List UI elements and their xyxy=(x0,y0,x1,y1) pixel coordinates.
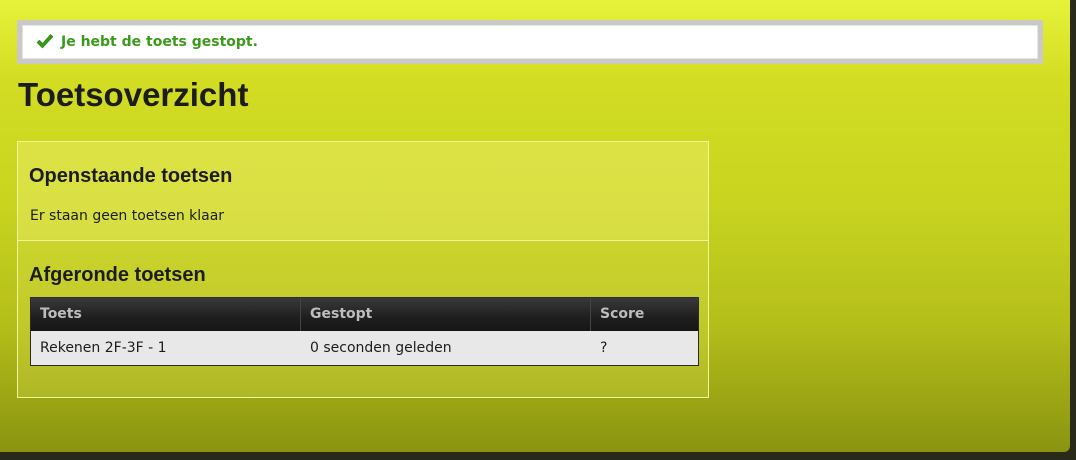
column-header-score[interactable]: Score xyxy=(591,298,698,331)
completed-tests-table: Toets Gestopt Score Rekenen 2F-3F - 1 0 … xyxy=(30,297,699,366)
success-notice-text: Je hebt de toets gestopt. xyxy=(61,34,258,50)
cell-gestopt: 0 seconden geleden xyxy=(310,340,452,356)
checkmark-icon xyxy=(35,32,55,52)
success-notice: Je hebt de toets gestopt. xyxy=(17,20,1043,64)
tests-panel: Openstaande toetsen Er staan geen toetse… xyxy=(17,141,709,398)
cell-score: ? xyxy=(600,340,608,356)
table-row[interactable]: Rekenen 2F-3F - 1 0 seconden geleden ? xyxy=(31,331,698,365)
column-header-toets[interactable]: Toets xyxy=(31,298,301,331)
success-notice-body: Je hebt de toets gestopt. xyxy=(22,25,1038,59)
open-tests-section: Openstaande toetsen Er staan geen toetse… xyxy=(18,142,708,241)
page: Je hebt de toets gestopt. Toetsoverzicht… xyxy=(0,0,1070,452)
column-header-gestopt[interactable]: Gestopt xyxy=(301,298,591,331)
open-tests-title: Openstaande toetsen xyxy=(29,165,233,187)
cell-toets: Rekenen 2F-3F - 1 xyxy=(40,340,167,356)
table-header: Toets Gestopt Score xyxy=(31,298,698,331)
completed-tests-section: Afgeronde toetsen Toets Gestopt Score Re… xyxy=(18,241,708,397)
open-tests-empty-message: Er staan geen toetsen klaar xyxy=(30,208,225,224)
completed-tests-title: Afgeronde toetsen xyxy=(29,264,206,286)
page-title: Toetsoverzicht xyxy=(18,76,249,113)
